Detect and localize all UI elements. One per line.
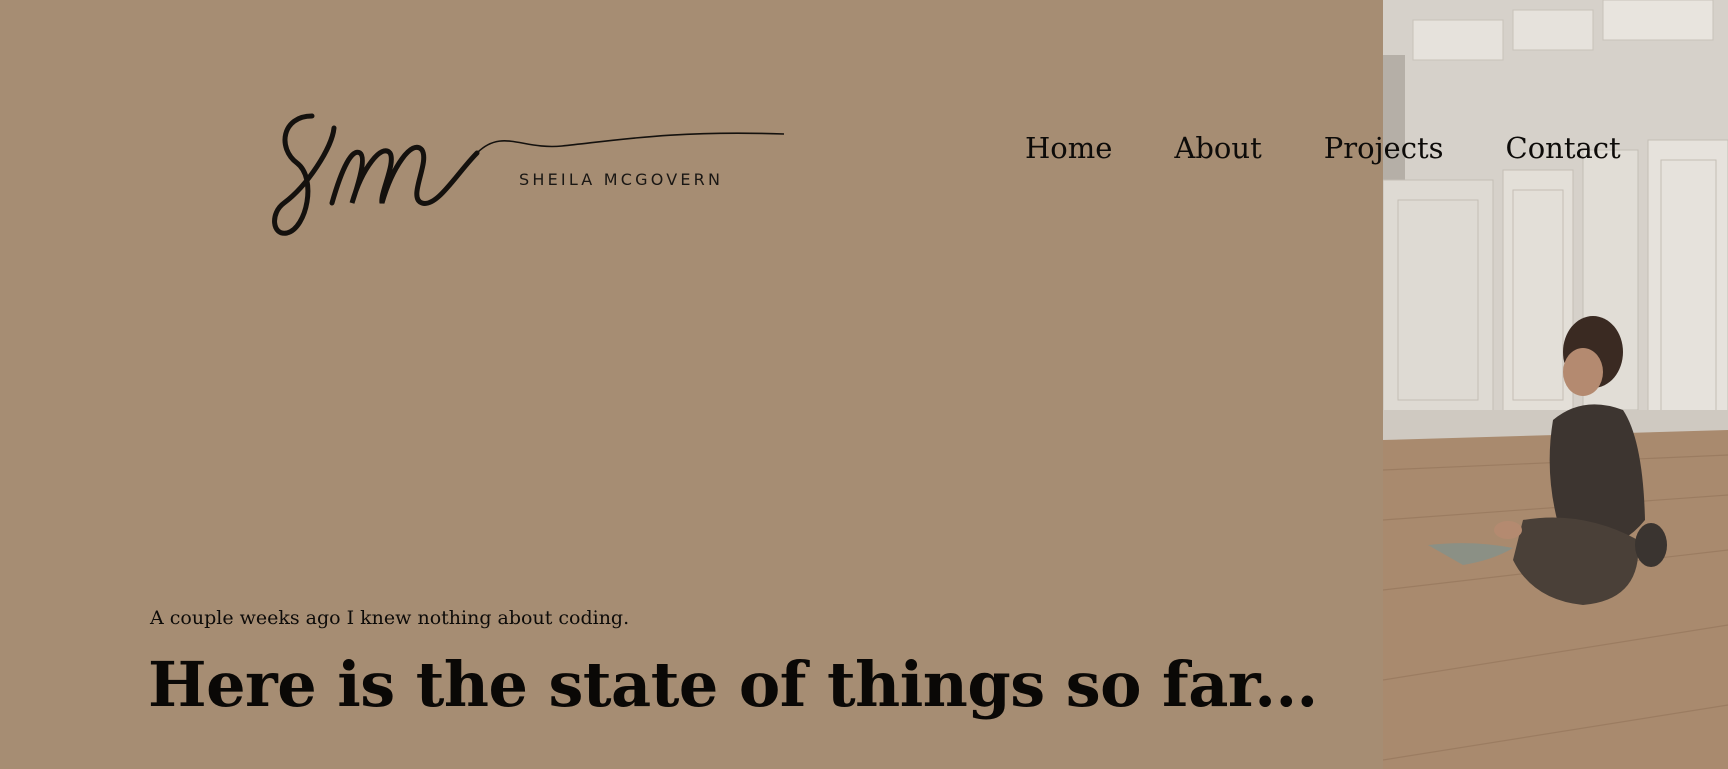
nav-home-link[interactable]: Home (1025, 134, 1112, 163)
nav-projects-link[interactable]: Projects (1324, 134, 1444, 163)
nav-about-link[interactable]: About (1174, 134, 1261, 163)
nav-contact-link[interactable]: Contact (1506, 134, 1621, 163)
hero-photo (1383, 0, 1728, 769)
main-nav: Home About Projects Contact (1025, 134, 1621, 163)
hero-headline: Here is the state of things so far... (148, 648, 1318, 721)
hero-intro: A couple weeks ago I knew nothing about … (150, 607, 630, 629)
brand-name: SHEILA MCGOVERN (519, 170, 724, 189)
